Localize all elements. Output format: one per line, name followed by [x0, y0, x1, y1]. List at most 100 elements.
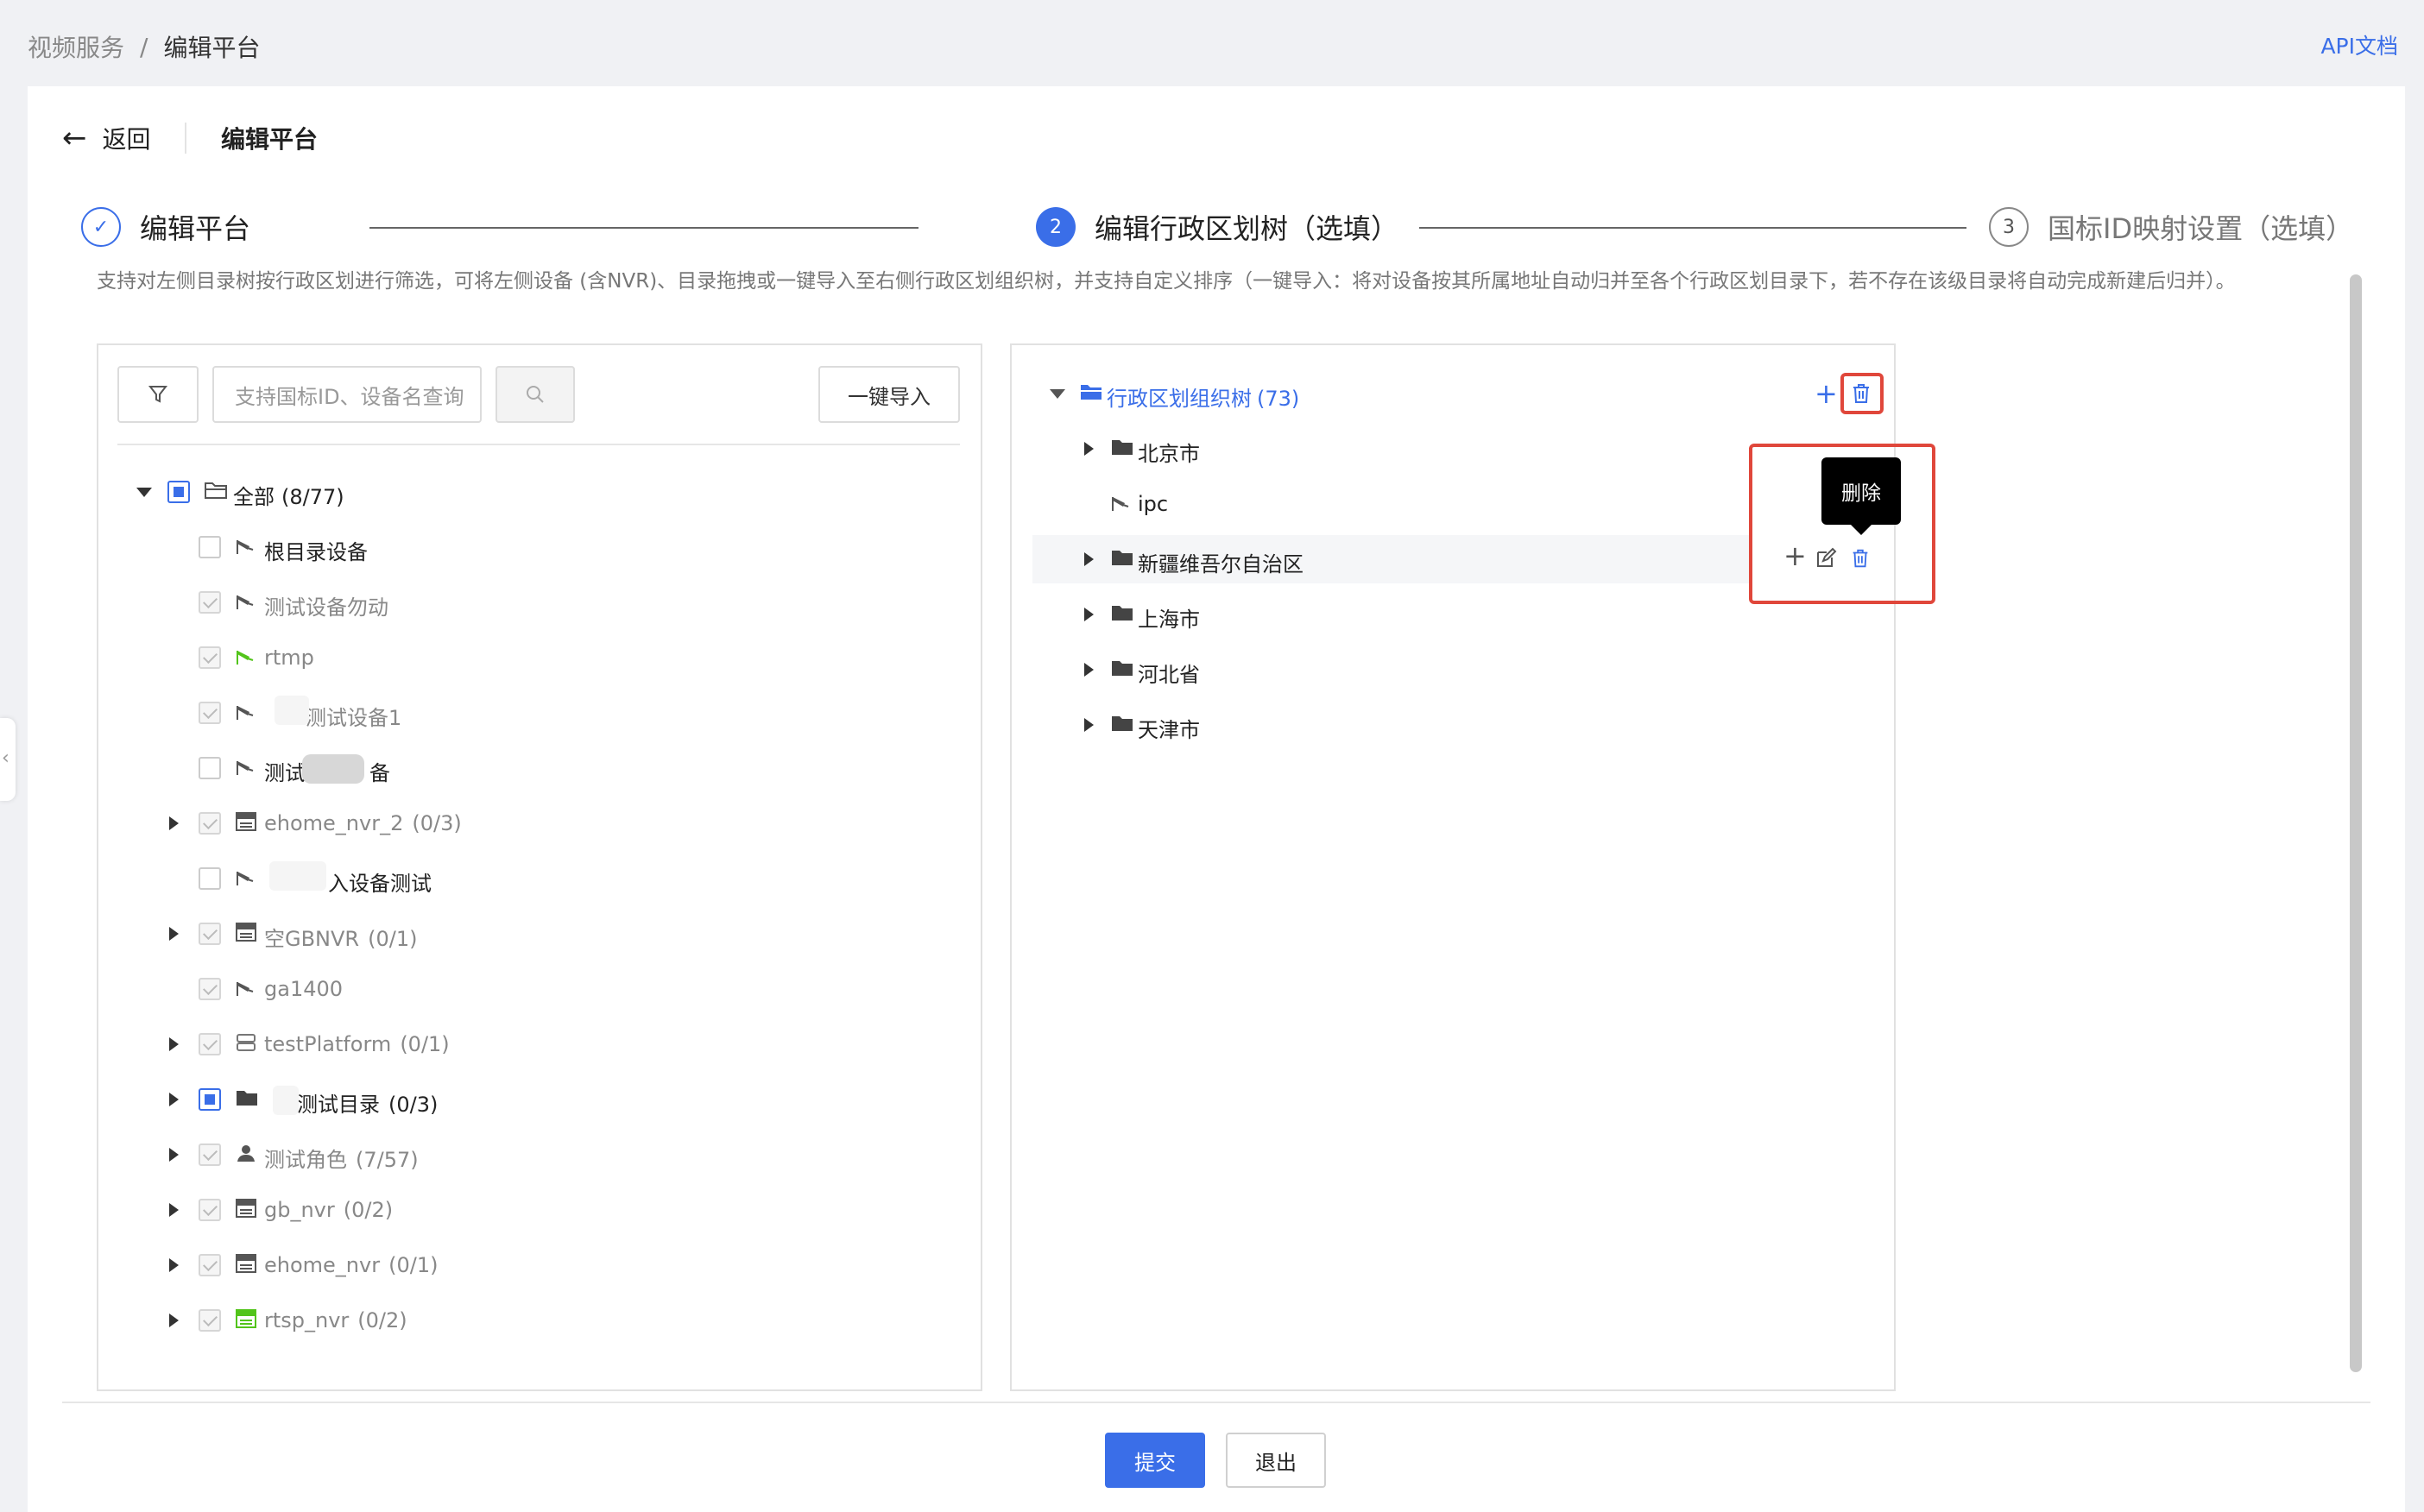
nvr-icon [235, 1308, 257, 1329]
left-tree-item[interactable]: 测试角色 (7/57) [129, 1131, 906, 1179]
checkbox[interactable] [199, 867, 221, 890]
tree-root-label: 全部 (8/77) [233, 485, 344, 509]
checkbox-indeterminate[interactable] [199, 1088, 221, 1111]
left-tree-item[interactable]: 空GBNVR (0/1) [129, 910, 906, 958]
nvr-icon [235, 922, 257, 942]
region-tree-item[interactable]: 北京市 [1032, 425, 1749, 473]
left-tree-item[interactable]: 根目录设备 [129, 523, 906, 571]
left-tree-item[interactable]: 入设备测试 [129, 854, 906, 903]
camera-icon [1110, 492, 1134, 513]
left-tree-item[interactable]: ga1400 [129, 965, 906, 1013]
checkbox-disabled [199, 1033, 221, 1055]
footer-divider [62, 1402, 2370, 1403]
step-3: 3 国标ID映射设置（选填） [1989, 207, 2353, 247]
left-tree-item-label: gb_nvr (0/2) [264, 1198, 394, 1222]
breadcrumb-parent[interactable]: 视频服务 [28, 29, 124, 64]
caret-right-icon[interactable] [1084, 663, 1094, 677]
caret-right-icon[interactable] [169, 1037, 179, 1051]
region-tree-item[interactable]: ipc [1032, 480, 1749, 528]
checkbox-disabled [199, 1309, 221, 1332]
region-tree-item[interactable]: 新疆维吾尔自治区 [1032, 535, 1749, 583]
filter-button[interactable] [117, 366, 199, 423]
left-tree-item[interactable]: rtmp [129, 633, 906, 682]
caret-right-icon[interactable] [169, 816, 179, 830]
left-tree-item[interactable]: 测试设备1 [129, 689, 906, 737]
caret-right-icon[interactable] [169, 1148, 179, 1162]
camera-icon [235, 646, 259, 666]
region-tree-root-label: 行政区划组织树 (73) [1107, 387, 1300, 411]
left-tree-item-label: 测试设备1 [306, 706, 402, 730]
step-2: 2 编辑行政区划树（选填） [1036, 207, 1398, 247]
submit-button[interactable]: 提交 [1105, 1433, 1205, 1488]
tree-root-all[interactable]: 全部 (8/77) [129, 468, 906, 516]
region-tree-item-label: 新疆维吾尔自治区 [1138, 552, 1304, 576]
folder-icon [1110, 437, 1134, 457]
search-button[interactable] [496, 366, 575, 423]
left-tree-item[interactable]: 测试设备勿动 [129, 578, 906, 627]
camera-icon [235, 977, 259, 998]
folder-icon [1110, 713, 1134, 734]
add-child-icon[interactable]: + [1783, 542, 1807, 570]
left-tree-item-label: rtsp_nvr (0/2) [264, 1308, 407, 1332]
caret-right-icon[interactable] [1084, 552, 1094, 566]
nvr-icon [235, 1253, 257, 1274]
checkbox[interactable] [199, 536, 221, 558]
caret-right-icon[interactable] [169, 1093, 179, 1106]
folder-icon [1110, 602, 1134, 623]
region-tree-root[interactable]: 行政区划组织树 (73) [1045, 369, 1891, 418]
description-text: 支持对左侧目录树按行政区划进行筛选，可将左侧设备 (含NVR)、目录拖拽或一键导… [97, 270, 2236, 293]
caret-right-icon[interactable] [1084, 608, 1094, 621]
exit-button[interactable]: 退出 [1226, 1433, 1326, 1488]
left-tree-item-label: 入设备测试 [328, 872, 432, 896]
left-tree-item[interactable]: ehome_nvr (0/1) [129, 1241, 906, 1289]
region-tree-item[interactable]: 上海市 [1032, 590, 1749, 639]
left-tree-item[interactable]: gb_nvr (0/2) [129, 1186, 906, 1234]
left-tree-item-label: ehome_nvr (0/1) [264, 1253, 439, 1277]
checkbox-indeterminate[interactable] [167, 481, 190, 503]
region-tree-item[interactable]: 天津市 [1032, 701, 1749, 749]
caret-right-icon[interactable] [169, 1203, 179, 1217]
camera-icon [235, 866, 259, 887]
back-label: 返回 [102, 125, 151, 154]
add-icon[interactable]: + [1815, 380, 1838, 407]
api-docs-link[interactable]: API文档 [2320, 29, 2398, 60]
trash-icon[interactable] [1849, 547, 1872, 573]
user-icon [235, 1143, 257, 1163]
left-tree-item[interactable]: testPlatform (0/1) [129, 1020, 906, 1068]
region-tree-item-label: 河北省 [1138, 663, 1200, 687]
left-tree-item[interactable]: 测试目录 (0/3) [129, 1075, 906, 1124]
region-tree-item[interactable]: 河北省 [1032, 646, 1749, 694]
left-tree-item-label: 测试设备勿动 [264, 595, 388, 620]
folder-open-icon [204, 480, 228, 501]
left-tree-item[interactable]: rtsp_nvr (0/2) [129, 1296, 906, 1345]
header-divider [185, 123, 186, 154]
caret-right-icon[interactable] [169, 1258, 179, 1272]
folder-icon [1110, 547, 1134, 568]
scrollbar[interactable] [2350, 274, 2362, 1372]
camera-icon [235, 756, 259, 777]
caret-down-icon[interactable] [1050, 389, 1065, 399]
server-icon [235, 1032, 257, 1053]
caret-right-icon[interactable] [1084, 718, 1094, 732]
trash-icon[interactable] [1849, 381, 1873, 409]
arrow-left-icon: ← [62, 121, 87, 155]
left-tree-item-label: rtmp [264, 646, 314, 670]
breadcrumb-separator: / [140, 32, 148, 61]
left-tree-item-label: 根目录设备 [264, 540, 368, 564]
edit-icon[interactable] [1815, 547, 1837, 573]
checkbox-disabled [199, 923, 221, 945]
caret-right-icon[interactable] [1084, 442, 1094, 456]
caret-down-icon[interactable] [136, 488, 152, 497]
checkbox[interactable] [199, 757, 221, 779]
search-input[interactable]: 支持国标ID、设备名查询 [212, 366, 482, 423]
step-2-label: 编辑行政区划树（选填） [1095, 212, 1399, 245]
sidebar-collapse-tab[interactable]: ‹ [0, 718, 16, 801]
caret-right-icon[interactable] [169, 1314, 179, 1327]
checkbox-disabled [199, 1254, 221, 1276]
breadcrumb: 视频服务 / 编辑平台 [28, 29, 260, 64]
back-button[interactable]: ← 返回 [62, 121, 151, 155]
caret-right-icon[interactable] [169, 927, 179, 941]
left-tree-item[interactable]: ehome_nvr_2 (0/3) [129, 799, 906, 847]
left-tree-item[interactable]: 测试备 [129, 744, 906, 792]
one-click-import-button[interactable]: 一键导入 [818, 366, 960, 423]
